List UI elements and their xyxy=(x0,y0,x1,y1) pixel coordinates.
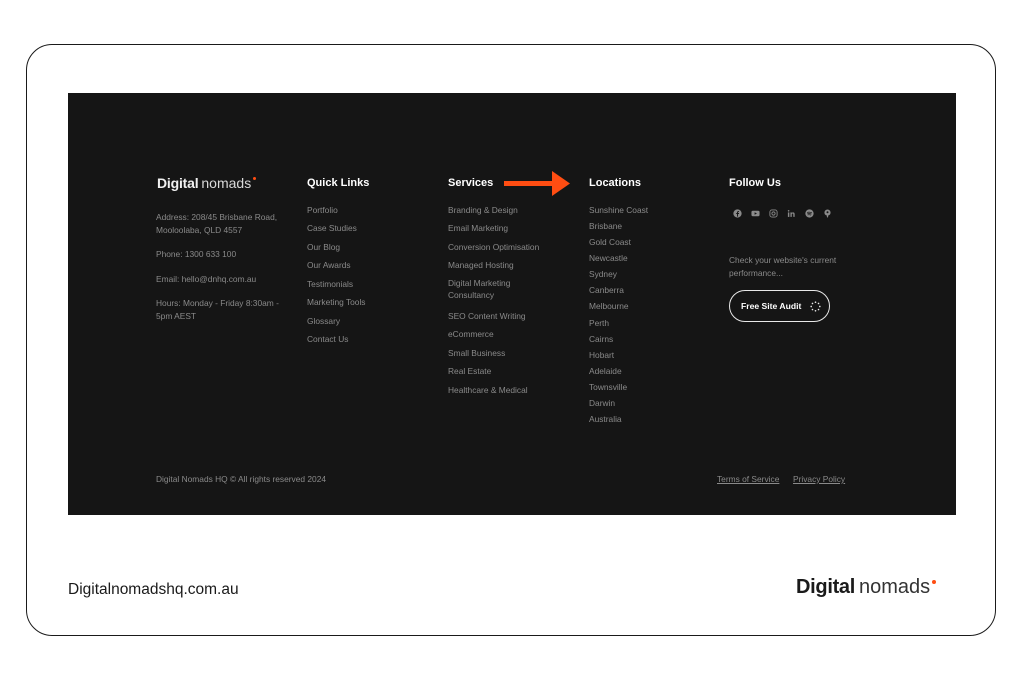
free-site-audit-button[interactable]: Free Site Audit xyxy=(729,290,830,322)
location-link[interactable]: Melbourne xyxy=(589,300,629,312)
service-link[interactable]: eCommerce xyxy=(448,328,494,340)
quick-link-awards[interactable]: Our Awards xyxy=(307,259,351,271)
quick-link-portfolio[interactable]: Portfolio xyxy=(307,204,338,216)
location-link[interactable]: Darwin xyxy=(589,397,615,409)
quick-link-marketing-tools[interactable]: Marketing Tools xyxy=(307,296,366,308)
contact-address: Address: 208/45 Brisbane Road, Mooloolab… xyxy=(156,212,278,235)
site-footer: Digital nomads Address: 208/45 Brisbane R… xyxy=(68,93,956,515)
instagram-icon[interactable] xyxy=(769,205,778,218)
site-url: Digitalnomadshq.com.au xyxy=(68,581,239,598)
service-link[interactable]: Branding & Design xyxy=(448,204,518,216)
footer-logo[interactable]: Digital nomads xyxy=(157,175,257,191)
linkedin-icon[interactable] xyxy=(787,205,796,217)
performance-text: Check your website's current performance… xyxy=(729,255,837,278)
service-link[interactable]: Small Business xyxy=(448,347,505,359)
location-link[interactable]: Sunshine Coast xyxy=(589,204,648,216)
youtube-icon[interactable] xyxy=(751,205,760,217)
loading-spinner-icon xyxy=(810,300,821,312)
audit-button-label: Free Site Audit xyxy=(741,301,802,311)
copyright-text: Digital Nomads HQ © All rights reserved … xyxy=(156,474,327,484)
quick-link-blog[interactable]: Our Blog xyxy=(307,241,340,253)
location-link[interactable]: Canberra xyxy=(589,284,624,296)
service-link[interactable]: Managed Hosting xyxy=(448,259,514,271)
quick-links-heading: Quick Links xyxy=(307,177,370,189)
location-link[interactable]: Australia xyxy=(589,413,622,425)
location-link[interactable]: Brisbane xyxy=(589,220,622,232)
contact-hours: Hours: Monday - Friday 8:30am - 5pm AEST xyxy=(156,298,279,321)
location-link[interactable]: Sydney xyxy=(589,268,617,280)
logo-dot xyxy=(253,177,257,180)
social-icons xyxy=(733,205,832,218)
service-link[interactable]: Conversion Optimisation xyxy=(448,241,539,253)
spotify-icon[interactable] xyxy=(805,205,814,218)
service-link[interactable]: Email Marketing xyxy=(448,222,508,234)
quick-link-case-studies[interactable]: Case Studies xyxy=(307,222,357,234)
location-link[interactable]: Gold Coast xyxy=(589,236,631,248)
quick-link-testimonials[interactable]: Testimonials xyxy=(307,278,353,290)
privacy-policy-link[interactable]: Privacy Policy xyxy=(793,474,845,484)
brand-logo-dot xyxy=(932,580,937,584)
location-link[interactable]: Adelaide xyxy=(589,365,622,377)
location-link[interactable]: Townsville xyxy=(589,381,627,393)
services-heading: Services xyxy=(448,177,494,189)
locations-heading: Locations xyxy=(589,177,641,189)
service-link[interactable]: Healthcare & Medical xyxy=(448,384,528,396)
location-link[interactable]: Newcastle xyxy=(589,252,628,264)
facebook-icon[interactable] xyxy=(733,205,742,218)
service-link[interactable]: SEO Content Writing xyxy=(448,310,526,322)
contact-phone: Phone: 1300 633 100 xyxy=(156,249,237,259)
quick-link-glossary[interactable]: Glossary xyxy=(307,315,340,327)
brand-logo: Digital nomads xyxy=(796,576,937,599)
service-link[interactable]: Digital Marketing Consultancy xyxy=(448,277,538,301)
service-link[interactable]: Real Estate xyxy=(448,365,491,377)
location-link[interactable]: Cairns xyxy=(589,333,613,345)
location-link[interactable]: Perth xyxy=(589,317,609,329)
quick-link-contact[interactable]: Contact Us xyxy=(307,333,348,345)
contact-email[interactable]: Email: hello@dnhq.com.au xyxy=(156,273,286,286)
podcast-icon[interactable] xyxy=(823,205,832,218)
follow-heading: Follow Us xyxy=(729,177,781,189)
arrow-right-icon xyxy=(504,171,570,196)
location-link[interactable]: Hobart xyxy=(589,349,614,361)
terms-of-service-link[interactable]: Terms of Service xyxy=(717,474,779,484)
